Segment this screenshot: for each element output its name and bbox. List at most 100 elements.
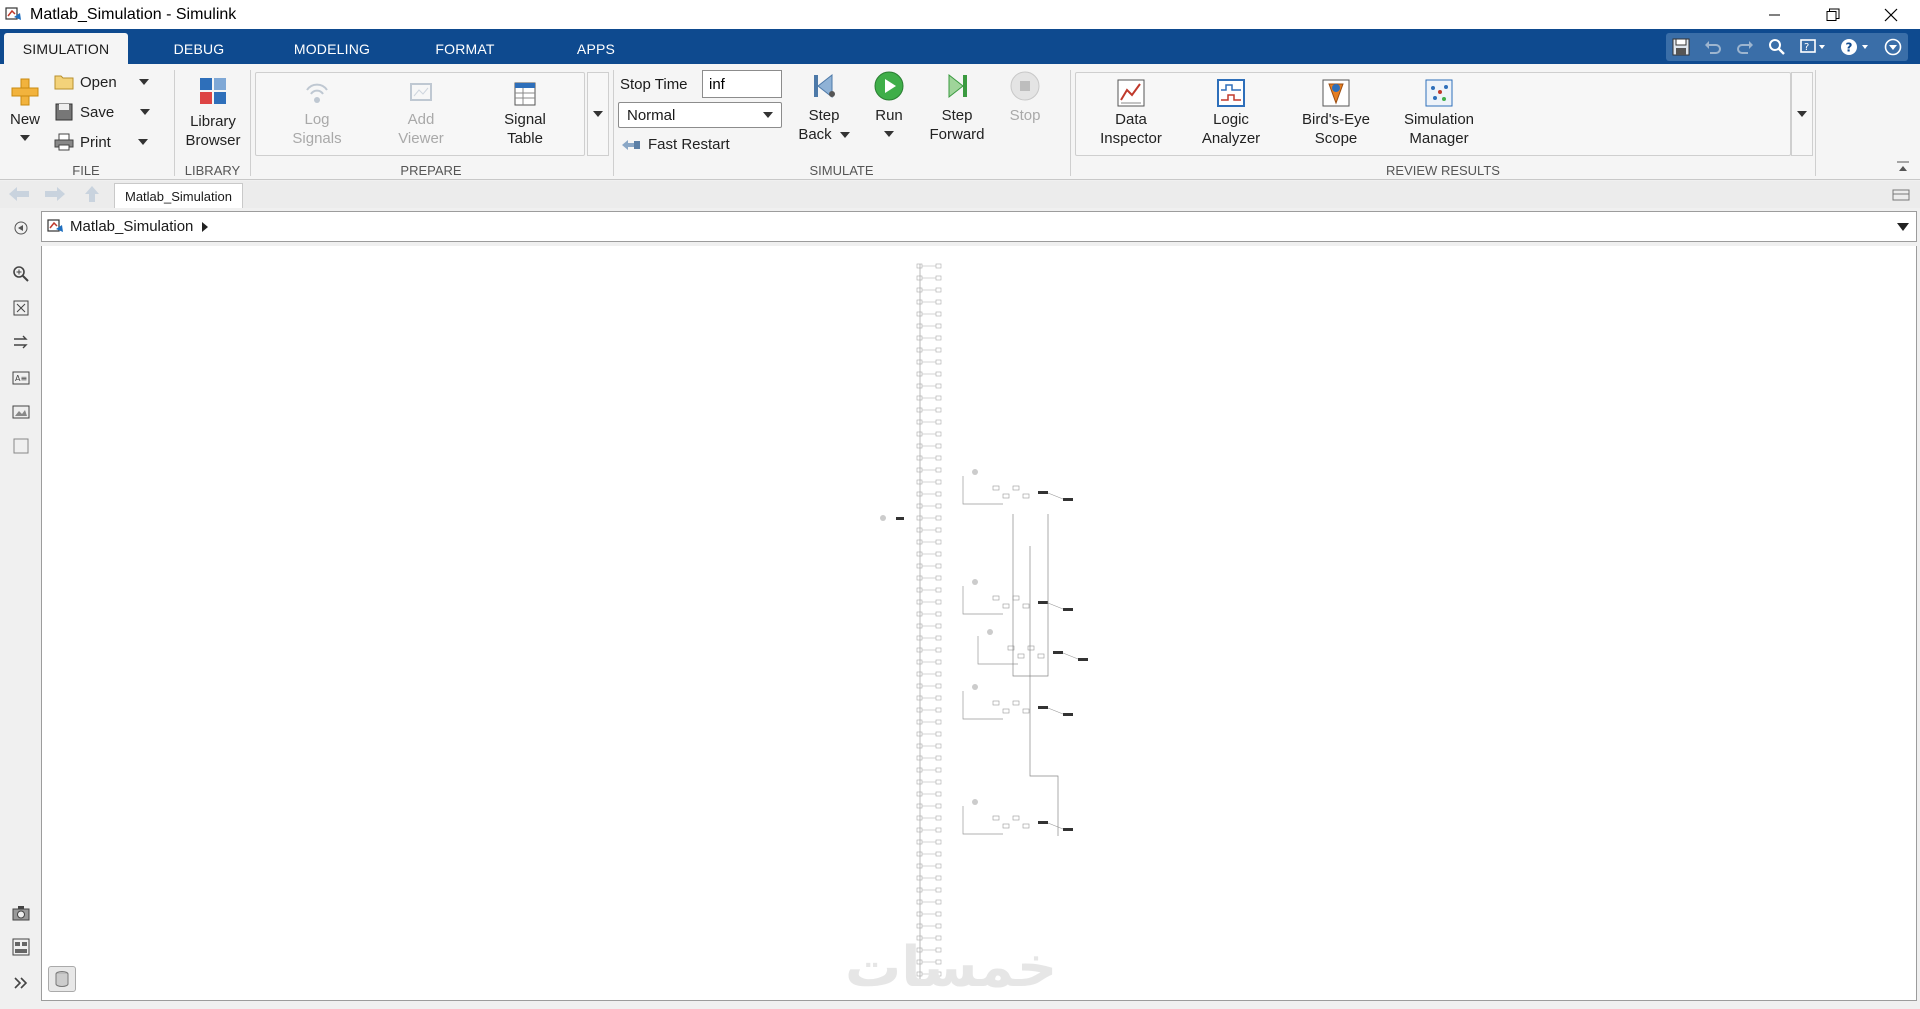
simulation-mode-select[interactable]: Normal bbox=[618, 102, 782, 128]
run-label: Run bbox=[875, 107, 903, 124]
signal-table-button[interactable]: Signal Table bbox=[489, 80, 561, 148]
screenshot-button[interactable] bbox=[9, 902, 33, 924]
logic-analyzer-label-1: Logic bbox=[1213, 111, 1249, 128]
model-icon bbox=[47, 218, 63, 232]
save-button[interactable]: Save bbox=[54, 103, 151, 121]
fit-to-view-button[interactable] bbox=[9, 297, 33, 319]
help-icon[interactable]: ? bbox=[1840, 38, 1870, 56]
save-icon[interactable] bbox=[1672, 38, 1690, 56]
restore-button[interactable] bbox=[1804, 0, 1862, 29]
birds-eye-scope-button[interactable]: Bird's-Eye Scope bbox=[1291, 78, 1381, 148]
close-button[interactable] bbox=[1862, 0, 1920, 29]
library-browser-icon bbox=[200, 78, 226, 104]
add-viewer-button[interactable]: Add Viewer bbox=[385, 80, 457, 148]
new-dropdown-caret[interactable] bbox=[20, 135, 30, 141]
log-signals-label-2: Signals bbox=[292, 130, 342, 147]
save-disk-icon bbox=[55, 103, 73, 121]
run-dropdown-caret[interactable] bbox=[884, 131, 894, 137]
chevron-down-icon bbox=[593, 111, 603, 117]
zoom-icon bbox=[13, 266, 29, 282]
step-back-button[interactable]: Step Back bbox=[794, 70, 854, 144]
simulation-manager-button[interactable]: Simulation Manager bbox=[1389, 78, 1489, 148]
annotation-button[interactable]: A≡ bbox=[9, 367, 33, 389]
undo-icon[interactable] bbox=[1704, 38, 1722, 56]
fast-restart-label: Fast Restart bbox=[648, 136, 730, 153]
ribbon-tab-bar: SIMULATION DEBUG MODELING FORMAT APPS ? … bbox=[0, 29, 1920, 64]
signal-table-label-1: Signal bbox=[504, 111, 546, 128]
forward-arrow-icon[interactable] bbox=[44, 186, 66, 202]
tab-format[interactable]: FORMAT bbox=[420, 33, 510, 64]
area-button[interactable] bbox=[9, 435, 33, 457]
print-dropdown-caret[interactable] bbox=[137, 139, 148, 145]
log-signals-button[interactable]: Log Signals bbox=[281, 80, 353, 148]
explorer-bar-icon[interactable] bbox=[1892, 189, 1910, 201]
open-button[interactable]: Open bbox=[54, 73, 149, 91]
tab-simulation[interactable]: SIMULATION bbox=[4, 33, 128, 64]
print-button[interactable]: Print bbox=[54, 133, 148, 151]
add-viewer-label-2: Viewer bbox=[398, 130, 444, 147]
tab-apps[interactable]: APPS bbox=[562, 33, 630, 64]
model-browser-icon bbox=[12, 938, 30, 956]
step-forward-button[interactable]: Step Forward bbox=[926, 70, 988, 144]
print-label: Print bbox=[80, 133, 111, 151]
redo-icon[interactable] bbox=[1736, 38, 1754, 56]
new-button[interactable]: New bbox=[6, 76, 44, 141]
step-back-dropdown-caret[interactable] bbox=[839, 131, 850, 138]
chevron-down-icon[interactable] bbox=[1896, 222, 1910, 232]
hide-explorer-button[interactable] bbox=[9, 217, 33, 239]
simulation-manager-label-2: Manager bbox=[1409, 130, 1469, 147]
new-label: New bbox=[9, 111, 40, 128]
arrow-mode-button[interactable] bbox=[9, 331, 33, 353]
logic-analyzer-label-2: Analyzer bbox=[1201, 130, 1261, 147]
collapse-ribbon-icon[interactable] bbox=[1884, 38, 1902, 56]
tab-debug[interactable]: DEBUG bbox=[146, 33, 252, 64]
stop-time-input[interactable] bbox=[702, 70, 782, 98]
minimize-ribbon-button[interactable] bbox=[1896, 160, 1910, 177]
separator bbox=[1815, 70, 1816, 176]
search-icon[interactable] bbox=[1768, 38, 1786, 56]
minimize-button[interactable] bbox=[1746, 0, 1804, 29]
model-document-tab[interactable]: Matlab_Simulation bbox=[114, 183, 243, 208]
open-label: Open bbox=[80, 73, 117, 91]
model-canvas[interactable] bbox=[41, 246, 1917, 1001]
window-title: Matlab_Simulation - Simulink bbox=[30, 5, 237, 23]
double-chevron-right-icon bbox=[14, 977, 28, 989]
tab-modeling[interactable]: MODELING bbox=[282, 33, 382, 64]
prepare-gallery-expand[interactable] bbox=[587, 72, 609, 156]
back-arrow-icon[interactable] bbox=[8, 186, 30, 202]
property-inspector-button[interactable] bbox=[48, 966, 76, 992]
logic-analyzer-button[interactable]: Logic Analyzer bbox=[1191, 78, 1271, 148]
review-gallery-expand[interactable] bbox=[1791, 72, 1813, 156]
model-browser-button[interactable] bbox=[9, 936, 33, 958]
expand-palette-button[interactable] bbox=[9, 972, 33, 994]
folder-icon bbox=[54, 75, 74, 90]
stop-button[interactable]: Stop bbox=[1000, 70, 1050, 125]
zoom-button[interactable] bbox=[9, 263, 33, 285]
image-button[interactable] bbox=[9, 401, 33, 423]
run-button[interactable]: Run bbox=[864, 70, 914, 137]
open-dropdown-caret[interactable] bbox=[138, 79, 149, 85]
up-arrow-icon[interactable] bbox=[84, 185, 100, 203]
library-browser-button[interactable]: Library Browser bbox=[179, 76, 247, 150]
data-inspector-button[interactable]: Data Inspector bbox=[1091, 78, 1171, 148]
save-label: Save bbox=[80, 103, 115, 121]
svg-text:A≡: A≡ bbox=[15, 374, 27, 383]
community-icon[interactable]: ? bbox=[1800, 38, 1826, 56]
breadcrumb[interactable]: Matlab_Simulation bbox=[70, 218, 193, 235]
birds-eye-label-1: Bird's-Eye bbox=[1302, 111, 1370, 128]
save-dropdown-caret[interactable] bbox=[140, 109, 151, 115]
run-play-icon bbox=[874, 71, 904, 101]
chevron-down-icon bbox=[763, 112, 773, 118]
annotation-icon: A≡ bbox=[12, 371, 30, 385]
fast-restart-toggle[interactable]: Fast Restart bbox=[620, 136, 730, 153]
model-nav-row: Matlab_Simulation bbox=[0, 181, 1920, 208]
log-signals-icon bbox=[306, 83, 328, 103]
database-icon bbox=[55, 971, 69, 987]
step-forward-icon bbox=[948, 73, 967, 99]
svg-text:?: ? bbox=[1846, 41, 1853, 55]
chevron-right-icon[interactable] bbox=[201, 221, 209, 233]
stop-label: Stop bbox=[1009, 107, 1041, 124]
simulate-section-label: SIMULATE bbox=[809, 163, 874, 178]
library-section: Library Browser LIBRARY bbox=[175, 64, 250, 180]
library-section-label: LIBRARY bbox=[184, 163, 241, 178]
